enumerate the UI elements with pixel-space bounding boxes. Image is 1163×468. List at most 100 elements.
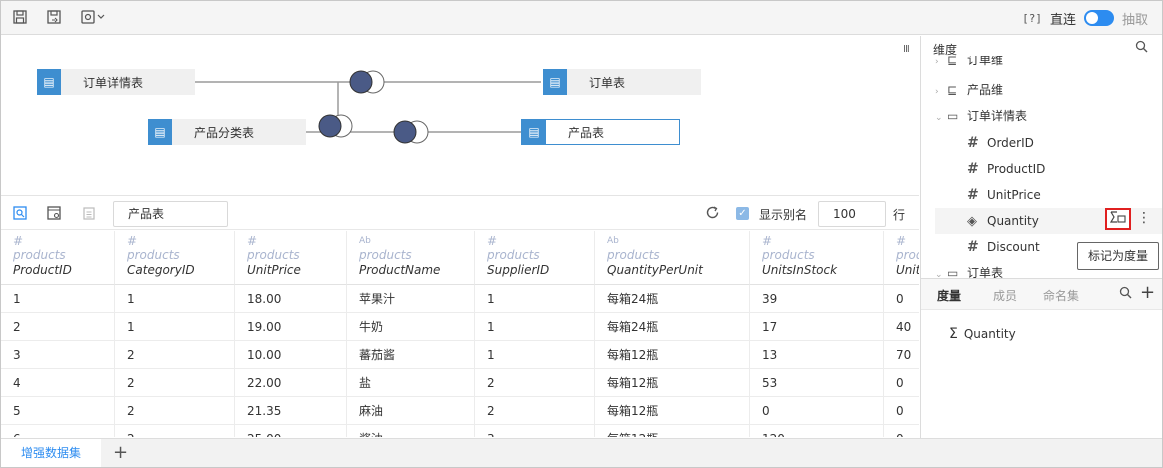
- folder-icon: ▭: [947, 109, 959, 123]
- tab-named-sets[interactable]: 命名集: [1043, 287, 1079, 304]
- tree-item-label: 订单表: [967, 266, 1004, 278]
- join-icon[interactable]: [393, 120, 429, 144]
- column-header[interactable]: # products CategoryID: [115, 231, 235, 285]
- direct-label: 直连: [1049, 12, 1076, 28]
- join-icon[interactable]: [349, 70, 385, 94]
- column-name: UnitPrice: [247, 263, 301, 277]
- tree-item-orders[interactable]: ⌄ ▭ 订单表: [935, 260, 1003, 278]
- column-table-name: products: [487, 248, 540, 262]
- table-cell: 2: [475, 397, 595, 425]
- toggle-knob: [1085, 12, 1098, 24]
- table-cell: 1: [475, 341, 595, 369]
- number-type-icon: #: [762, 234, 773, 248]
- hidden-eye-icon[interactable]: ◈: [967, 209, 987, 235]
- show-alias-label: 显示别名: [759, 208, 808, 222]
- join-icon[interactable]: [318, 114, 353, 138]
- table-cell: 2: [115, 341, 235, 369]
- table-name-field[interactable]: 产品表: [113, 201, 228, 227]
- table-cell: 2: [1, 313, 115, 341]
- table-node-products[interactable]: ▤ 产品表: [521, 119, 680, 145]
- table-cell: 40: [884, 313, 919, 341]
- table-cell: 蕃茄酱: [347, 341, 475, 369]
- column-table-name: products: [359, 248, 412, 262]
- node-label: 订单表: [589, 75, 626, 90]
- add-tab-button[interactable]: +: [113, 442, 128, 463]
- save-as-icon[interactable]: [46, 10, 62, 26]
- help-button[interactable]: [?]: [1022, 12, 1042, 25]
- clipboard-icon[interactable]: [81, 206, 97, 222]
- dimension-icon: ⊑: [947, 83, 958, 97]
- mark-as-measure-button[interactable]: [1105, 208, 1131, 230]
- chevron-right-icon[interactable]: ›: [935, 56, 947, 75]
- table-node-categories[interactable]: ▤ 产品分类表: [148, 119, 306, 145]
- tree-field-discount[interactable]: # Discount: [967, 234, 1040, 260]
- table-cell: 1: [115, 285, 235, 313]
- search-icon[interactable]: [1135, 40, 1148, 57]
- tab-measure[interactable]: 度量: [937, 287, 961, 304]
- tree-item-product-dim[interactable]: › ⊑ 产品维: [935, 77, 1003, 103]
- tree-item-label: 产品维: [967, 83, 1004, 97]
- table-cell: 0: [750, 397, 884, 425]
- extract-label: 抽取: [1121, 12, 1148, 28]
- tree-item-order-dim[interactable]: › ⊑ 订单维: [935, 56, 1003, 73]
- save-icon[interactable]: [12, 10, 28, 26]
- chevron-right-icon[interactable]: ›: [935, 79, 947, 105]
- tree-item-order-details[interactable]: ⌄ ▭ 订单详情表: [935, 103, 1027, 129]
- column-header[interactable]: Ab products ProductName: [347, 231, 475, 285]
- column-header[interactable]: Ab products QuantityPerUnit: [595, 231, 750, 285]
- measure-label: Quantity: [963, 327, 1016, 341]
- node-label: 产品分类表: [194, 125, 255, 140]
- number-field-icon: #: [967, 187, 979, 203]
- search-icon[interactable]: [1119, 286, 1132, 303]
- sum-icon: Σ: [949, 326, 958, 342]
- tree-field-orderid[interactable]: # OrderID: [967, 130, 1034, 156]
- measure-item[interactable]: Σ Quantity: [949, 326, 1016, 342]
- table-cell: 53: [750, 369, 884, 397]
- row-count-input[interactable]: 100: [818, 201, 886, 227]
- chevron-down-icon[interactable]: ⌄: [935, 262, 947, 278]
- table-cell: 39: [750, 285, 884, 313]
- table-node-order-details[interactable]: ▤ 订单详情表: [37, 69, 195, 95]
- more-options-icon[interactable]: ⋮: [1137, 210, 1151, 226]
- table-cell: 每箱24瓶: [595, 285, 750, 313]
- column-header[interactable]: # products UnitsInStock: [750, 231, 884, 285]
- table-cell: 每箱12瓶: [595, 369, 750, 397]
- column-name: QuantityPerUnit: [607, 263, 703, 277]
- chevron-down-icon[interactable]: ⌄: [935, 105, 947, 131]
- tree-item-label: UnitPrice: [987, 188, 1041, 202]
- table-cell: 2: [475, 369, 595, 397]
- number-field-icon: #: [967, 135, 979, 151]
- table-cell: 0: [884, 369, 919, 397]
- column-name: UnitsInStock: [762, 263, 838, 277]
- tree-field-unitprice[interactable]: # UnitPrice: [967, 182, 1041, 208]
- collapse-panel-icon[interactable]: III: [903, 44, 910, 55]
- text-type-icon: Ab: [607, 236, 619, 246]
- tree-field-productid[interactable]: # ProductID: [967, 156, 1045, 182]
- number-field-icon: #: [967, 239, 979, 255]
- column-header[interactable]: # products UnitsOnOrder: [884, 231, 919, 285]
- tooltip: 标记为度量: [1077, 242, 1159, 270]
- refresh-icon[interactable]: [705, 205, 720, 224]
- column-name: ProductName: [359, 263, 441, 277]
- table-cell: 2: [115, 425, 235, 437]
- table-cell: 苹果汁: [347, 285, 475, 313]
- tree-item-label: 订单详情表: [967, 109, 1028, 123]
- table-cell: 25.00: [235, 425, 347, 437]
- table-settings-icon[interactable]: [46, 206, 62, 222]
- column-header[interactable]: # products ProductID: [1, 231, 115, 285]
- tab-enhanced-dataset[interactable]: 增强数据集: [1, 439, 101, 467]
- column-header[interactable]: # products UnitPrice: [235, 231, 347, 285]
- column-table-name: products: [127, 248, 180, 262]
- table-cell: 120: [750, 425, 884, 437]
- mode-toggle[interactable]: [1083, 10, 1114, 26]
- number-type-icon: #: [13, 234, 24, 248]
- table-node-orders[interactable]: ▤ 订单表: [543, 69, 701, 95]
- settings-dropdown-icon[interactable]: [81, 10, 107, 26]
- show-alias-checkbox[interactable]: ✓: [736, 207, 749, 220]
- add-icon[interactable]: +: [1140, 282, 1155, 303]
- tab-members[interactable]: 成员: [993, 287, 1017, 304]
- table-cell: 2: [115, 369, 235, 397]
- column-header[interactable]: # products SupplierID: [475, 231, 595, 285]
- data-preview-icon[interactable]: [12, 206, 28, 222]
- table-cell: 1: [115, 313, 235, 341]
